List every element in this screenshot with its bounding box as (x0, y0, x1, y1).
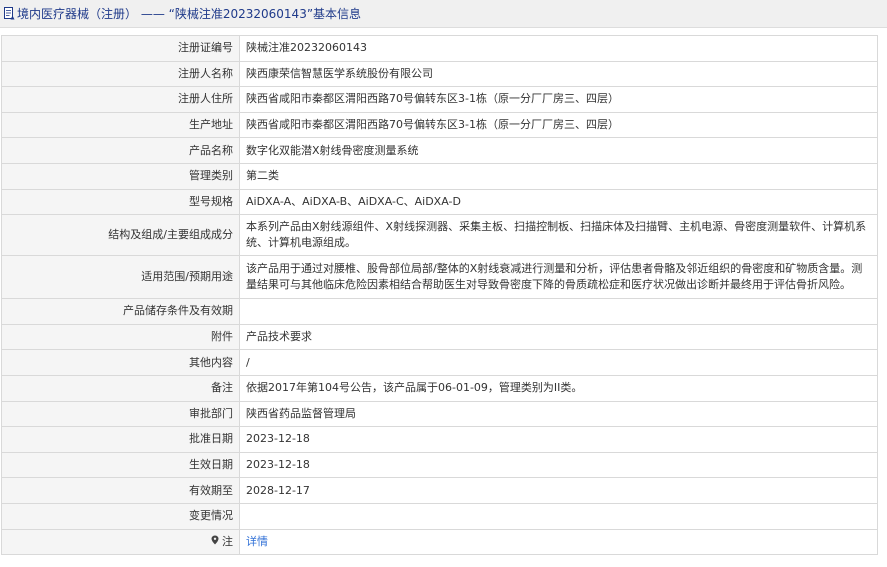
field-label: 备注 (1, 374, 240, 402)
field-value: 本系列产品由X射线源组件、X射线探测器、采集主板、扫描控制板、扫描床体及扫描臂、… (239, 214, 878, 257)
note-label-cell: 注 (1, 528, 240, 556)
table-row: 批准日期 2023-12-18 (1, 426, 878, 453)
document-icon (2, 7, 16, 21)
field-value: 陕西省药品监督管理局 (239, 400, 878, 428)
field-label: 附件 (1, 323, 240, 351)
page-header: 境内医疗器械（注册） —— “陕械注准20232060143”基本信息 (0, 0, 887, 28)
field-value (239, 298, 878, 325)
info-table: 注册证编号 陕械注准20232060143 注册人名称 陕西康荣信智慧医学系统股… (1, 35, 878, 556)
field-label: 注册人名称 (1, 60, 240, 88)
field-label: 产品储存条件及有效期 (1, 298, 240, 325)
field-value: 产品技术要求 (239, 323, 878, 351)
field-label: 型号规格 (1, 188, 240, 216)
field-label: 适用范围/预期用途 (1, 255, 240, 300)
table-row: 附件 产品技术要求 (1, 323, 878, 351)
field-label: 管理类别 (1, 162, 240, 190)
field-label: 审批部门 (1, 400, 240, 428)
field-value: 2023-12-18 (239, 451, 878, 479)
field-value: 陕西省咸阳市秦都区渭阳西路70号偏转东区3-1栋（原一分厂厂房三、四层） (239, 86, 878, 113)
table-row: 有效期至 2028-12-17 (1, 477, 878, 504)
pin-icon (211, 535, 223, 548)
table-row: 产品储存条件及有效期 (1, 298, 878, 325)
table-row: 备注 依据2017年第104号公告，该产品属于06-01-09，管理类别为II类… (1, 374, 878, 402)
table-row: 注 详情 (1, 528, 878, 556)
field-label: 其他内容 (1, 349, 240, 376)
field-label: 生产地址 (1, 111, 240, 139)
field-value: 陕西省咸阳市秦都区渭阳西路70号偏转东区3-1栋（原一分厂厂房三、四层） (239, 111, 878, 139)
field-label: 有效期至 (1, 477, 240, 504)
field-value: 陕西康荣信智慧医学系统股份有限公司 (239, 60, 878, 88)
field-value: 详情 (239, 528, 878, 556)
field-label: 注册证编号 (1, 35, 240, 62)
field-value: 依据2017年第104号公告，该产品属于06-01-09，管理类别为II类。 (239, 374, 878, 402)
field-value: 第二类 (239, 162, 878, 190)
table-row: 变更情况 (1, 502, 878, 530)
table-row: 其他内容 / (1, 349, 878, 376)
table-row: 生效日期 2023-12-18 (1, 451, 878, 479)
field-label: 变更情况 (1, 502, 240, 530)
table-row: 结构及组成/主要组成成分 本系列产品由X射线源组件、X射线探测器、采集主板、扫描… (1, 214, 878, 257)
field-label: 生效日期 (1, 451, 240, 479)
field-label: 结构及组成/主要组成成分 (1, 214, 240, 257)
table-row: 审批部门 陕西省药品监督管理局 (1, 400, 878, 428)
field-label: 批准日期 (1, 426, 240, 453)
field-label: 产品名称 (1, 137, 240, 164)
field-value: 该产品用于通过对腰椎、股骨部位局部/整体的X射线衰减进行测量和分析，评估患者骨骼… (239, 255, 878, 300)
table-row: 注册证编号 陕械注准20232060143 (1, 35, 878, 62)
table-row: 产品名称 数字化双能潜X射线骨密度测量系统 (1, 137, 878, 164)
details-link[interactable]: 详情 (246, 535, 268, 548)
field-value: AiDXA-A、AiDXA-B、AiDXA-C、AiDXA-D (239, 188, 878, 216)
field-value: 数字化双能潜X射线骨密度测量系统 (239, 137, 878, 164)
table-row: 型号规格 AiDXA-A、AiDXA-B、AiDXA-C、AiDXA-D (1, 188, 878, 216)
table-row: 注册人名称 陕西康荣信智慧医学系统股份有限公司 (1, 60, 878, 88)
table-row: 适用范围/预期用途 该产品用于通过对腰椎、股骨部位局部/整体的X射线衰减进行测量… (1, 255, 878, 300)
field-value: 2028-12-17 (239, 477, 878, 504)
field-value: 2023-12-18 (239, 426, 878, 453)
table-row: 管理类别 第二类 (1, 162, 878, 190)
table-row: 注册人住所 陕西省咸阳市秦都区渭阳西路70号偏转东区3-1栋（原一分厂厂房三、四… (1, 86, 878, 113)
table-row: 生产地址 陕西省咸阳市秦都区渭阳西路70号偏转东区3-1栋（原一分厂厂房三、四层… (1, 111, 878, 139)
field-value: / (239, 349, 878, 376)
page-title: 境内医疗器械（注册） —— “陕械注准20232060143”基本信息 (17, 7, 362, 21)
field-value: 陕械注准20232060143 (239, 35, 878, 62)
field-label: 注册人住所 (1, 86, 240, 113)
field-value (239, 502, 878, 530)
note-label: 注 (222, 534, 233, 548)
